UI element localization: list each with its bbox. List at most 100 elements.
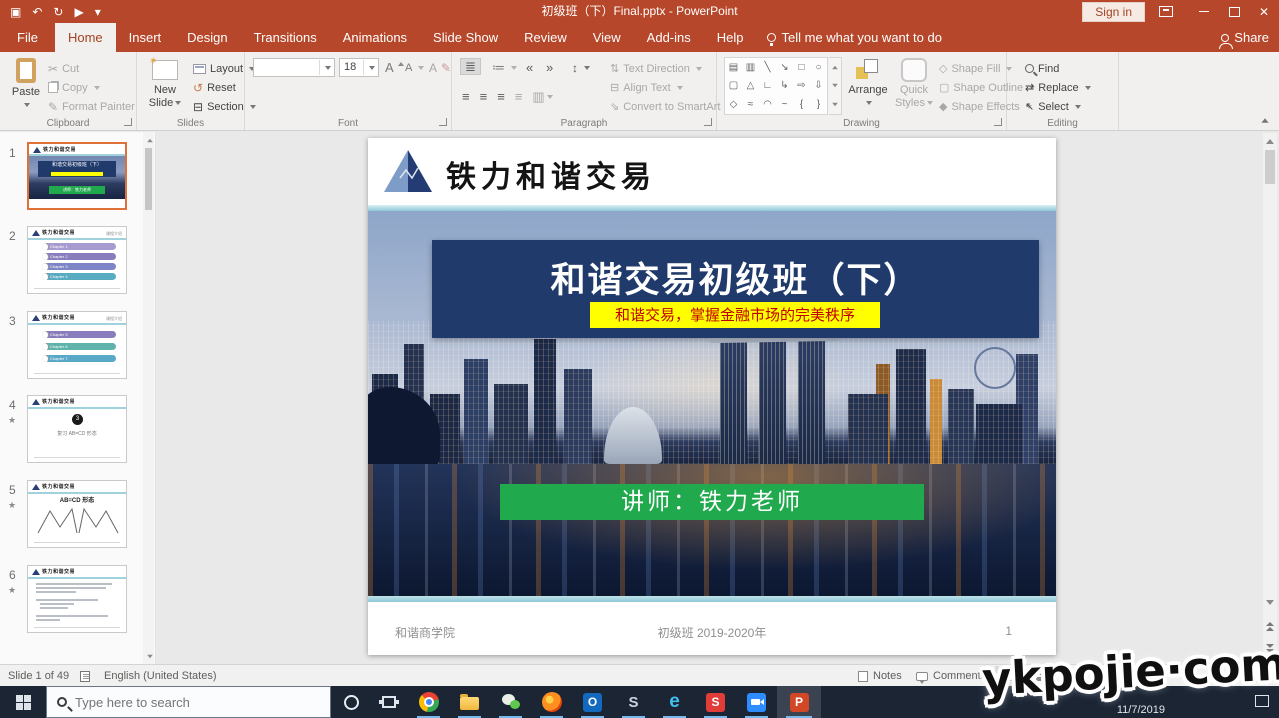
cut-button[interactable]: ✂Cut <box>48 60 79 77</box>
tab-view[interactable]: View <box>580 23 634 52</box>
cortana-button[interactable] <box>331 686 372 718</box>
taskbar-search[interactable] <box>46 686 331 718</box>
notification-center-icon[interactable] <box>1255 695 1269 707</box>
tell-me-box[interactable]: Tell me what you want to do <box>757 23 952 52</box>
footer-center[interactable]: 初级班 2019-2020年 <box>368 624 1056 641</box>
text-direction-button[interactable]: ⇅Text Direction <box>610 60 702 77</box>
search-input[interactable] <box>75 695 295 710</box>
reset-button[interactable]: ↺Reset <box>193 79 236 96</box>
shape-icon[interactable]: ╲ <box>759 58 776 77</box>
comments-button[interactable]: Comments <box>916 665 986 687</box>
title-banner[interactable]: 和谐交易初级班（下） 和谐交易，掌握金融市场的完美秩序 <box>432 240 1039 338</box>
shape-icon[interactable]: { <box>793 95 810 114</box>
convert-smartart-button[interactable]: ⇘Convert to SmartArt <box>610 98 732 115</box>
increase-indent-button[interactable]: » <box>546 59 553 76</box>
shape-icon[interactable]: △ <box>742 77 759 96</box>
thumb-scroll-down[interactable] <box>143 648 157 664</box>
taskbar-firefox[interactable] <box>531 686 572 718</box>
ribbon-display-options-icon[interactable] <box>1159 6 1173 17</box>
main-scrollbar[interactable] <box>1263 133 1277 662</box>
shape-icon[interactable]: ↘ <box>776 58 793 77</box>
taskbar-zoom[interactable] <box>736 686 777 718</box>
taskbar-edge[interactable]: e <box>654 686 695 718</box>
quick-styles-button[interactable]: Quick Styles <box>893 56 935 110</box>
find-button[interactable]: Find <box>1025 60 1059 77</box>
taskbar-outlook[interactable]: O <box>572 686 613 718</box>
shape-icon[interactable]: ▥ <box>742 58 759 77</box>
font-name-combo[interactable] <box>253 58 335 77</box>
thumbnail-scrollbar[interactable] <box>143 132 154 664</box>
thumbnail-slide-6[interactable]: 铁力和谐交易 <box>27 565 127 633</box>
tab-transitions[interactable]: Transitions <box>241 23 330 52</box>
shape-icon[interactable]: ⇩ <box>810 77 827 96</box>
paragraph-dialog-launcher[interactable] <box>704 118 712 126</box>
collapse-ribbon-button[interactable] <box>1261 118 1271 124</box>
shapes-scroll-up-icon[interactable] <box>832 66 838 70</box>
thumbnail-slide-2[interactable]: 铁力和谐交易 课程介绍 Chapter 1 Chapter 2 Chapter … <box>27 226 127 294</box>
footer-page-number[interactable]: 1 <box>1005 624 1012 638</box>
format-painter-button[interactable]: ✎Format Painter <box>48 98 135 115</box>
shape-icon[interactable]: } <box>810 95 827 114</box>
arrange-button[interactable]: Arrange <box>845 56 891 110</box>
shapes-scroll-down-icon[interactable] <box>832 84 838 88</box>
slide-indicator[interactable]: Slide 1 of 49 <box>8 665 69 687</box>
tab-design[interactable]: Design <box>174 23 240 52</box>
line-spacing-button[interactable]: ↕ <box>572 59 590 76</box>
instructor-banner[interactable]: 讲师：铁力老师 <box>500 484 924 520</box>
align-left-button[interactable]: ≡ <box>462 89 470 104</box>
minimize-button[interactable] <box>1189 0 1219 23</box>
thumbnail-slide-3[interactable]: 铁力和谐交易 课程介绍 Chapter 5 Chapter 6 Chapter … <box>27 311 127 379</box>
paste-button[interactable]: Paste <box>4 56 48 112</box>
shape-icon[interactable]: ○ <box>810 58 827 77</box>
taskbar-app-s[interactable]: S <box>695 686 736 718</box>
align-text-button[interactable]: ⊟Align Text <box>610 79 683 96</box>
copy-button[interactable]: Copy <box>48 79 100 96</box>
font-name-caret-icon[interactable] <box>319 60 333 75</box>
align-center-button[interactable]: ≡ <box>480 89 488 104</box>
previous-slide-button[interactable] <box>1263 618 1277 634</box>
close-button[interactable]: ✕ <box>1249 0 1279 23</box>
decrease-font-size-button[interactable]: A <box>405 59 424 76</box>
shape-icon[interactable]: ~ <box>776 95 793 114</box>
shape-icon[interactable]: □ <box>793 58 810 77</box>
font-dialog-launcher[interactable] <box>439 118 447 126</box>
clipboard-dialog-launcher[interactable] <box>124 118 132 126</box>
scroll-down-button[interactable] <box>1263 594 1277 610</box>
taskbar-date[interactable]: 11/7/2019 <box>1117 704 1165 716</box>
shape-icon[interactable]: ≈ <box>742 95 759 114</box>
clear-formatting-button[interactable]: A✎ <box>429 59 451 76</box>
share-button[interactable]: Share <box>1221 23 1269 52</box>
shape-fill-button[interactable]: ◇Shape Fill <box>939 60 1012 77</box>
shape-icon[interactable]: ⇨ <box>793 77 810 96</box>
notes-button[interactable]: Notes <box>858 665 902 687</box>
slide-title[interactable]: 和谐交易初级班（下） <box>432 252 1039 303</box>
slide-subtitle[interactable]: 和谐交易，掌握金融市场的完美秩序 <box>590 302 880 328</box>
thumbnail-slide-5[interactable]: 铁力和谐交易 AB=CD 形态 <box>27 480 127 548</box>
font-size-combo[interactable]: 18 <box>339 58 379 77</box>
shape-icon[interactable]: ◇ <box>725 95 742 114</box>
numbering-button[interactable]: ≔ <box>492 59 517 76</box>
bullets-button[interactable]: ≣ <box>460 58 481 75</box>
font-size-caret-icon[interactable] <box>363 60 377 75</box>
taskbar-chrome[interactable] <box>408 686 449 718</box>
taskbar-file-explorer[interactable] <box>449 686 490 718</box>
taskbar-wechat[interactable] <box>490 686 531 718</box>
align-right-button[interactable]: ≡ <box>497 89 505 104</box>
scroll-up-button[interactable] <box>1263 133 1277 149</box>
new-slide-button[interactable]: New Slide <box>143 56 187 110</box>
shapes-gallery-scroll[interactable] <box>829 57 842 115</box>
tab-add-ins[interactable]: Add-ins <box>634 23 704 52</box>
select-button[interactable]: ↖Select <box>1025 98 1081 115</box>
columns-button[interactable]: ▥ <box>532 89 552 105</box>
shapes-more-icon[interactable] <box>832 103 838 107</box>
increase-font-size-button[interactable]: A <box>385 59 404 76</box>
tab-home[interactable]: Home <box>55 23 116 52</box>
restore-button[interactable] <box>1219 0 1249 23</box>
tab-file[interactable]: File <box>0 23 55 52</box>
start-button[interactable] <box>0 686 46 718</box>
tab-insert[interactable]: Insert <box>116 23 175 52</box>
brand-name[interactable]: 铁力和谐交易 <box>446 152 656 196</box>
decrease-indent-button[interactable]: « <box>526 59 533 76</box>
tab-slide-show[interactable]: Slide Show <box>420 23 511 52</box>
shape-icon[interactable]: ↳ <box>776 77 793 96</box>
